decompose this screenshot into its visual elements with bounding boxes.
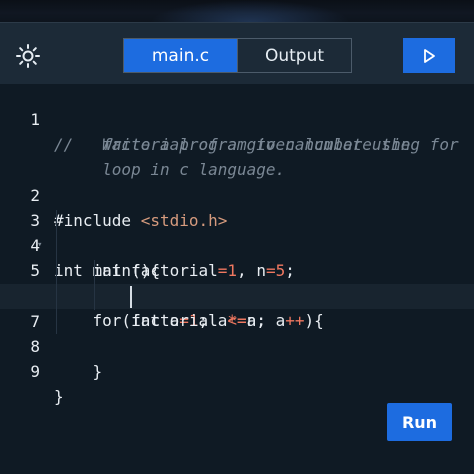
toolbar: main.c Output [0,22,474,85]
indent-guide [56,210,57,334]
play-icon [424,48,435,63]
indent-guide [94,260,95,310]
tab-main-c[interactable]: main.c [124,39,237,72]
code-line-4: 4 int factorial=1, n=5; [0,208,474,280]
code-line-1: 1 // Write a program to calculate the [0,82,474,154]
code-line-6: 6 factorial *=a; [0,258,474,330]
line-number: 9 [30,362,40,381]
tab-output[interactable]: Output [237,39,351,72]
file-tabs: main.c Output [123,38,352,73]
sun-icon[interactable] [14,42,42,70]
code-line-1-wrap-2: loop in c language. [0,132,474,179]
code-line-1-wrap-1: factorial of a given number using for [0,107,474,154]
code-line-8: 8 } [0,309,474,381]
code-line-9: 9 } [0,334,474,406]
play-button[interactable] [403,38,455,73]
code-line-5: 5 ▾ for(int a=1; a<=n; a++){ [0,233,474,330]
text-cursor [130,286,132,308]
code-text: } [54,387,64,406]
run-button[interactable]: Run [387,403,452,441]
code-line-3: 3 ▾ int main(){ [0,183,474,280]
code-line-7: 7 [0,284,474,331]
status-strip [0,0,474,22]
code-line-2: 2 #include <stdio.h> [0,158,474,230]
code-text: } [54,362,103,381]
